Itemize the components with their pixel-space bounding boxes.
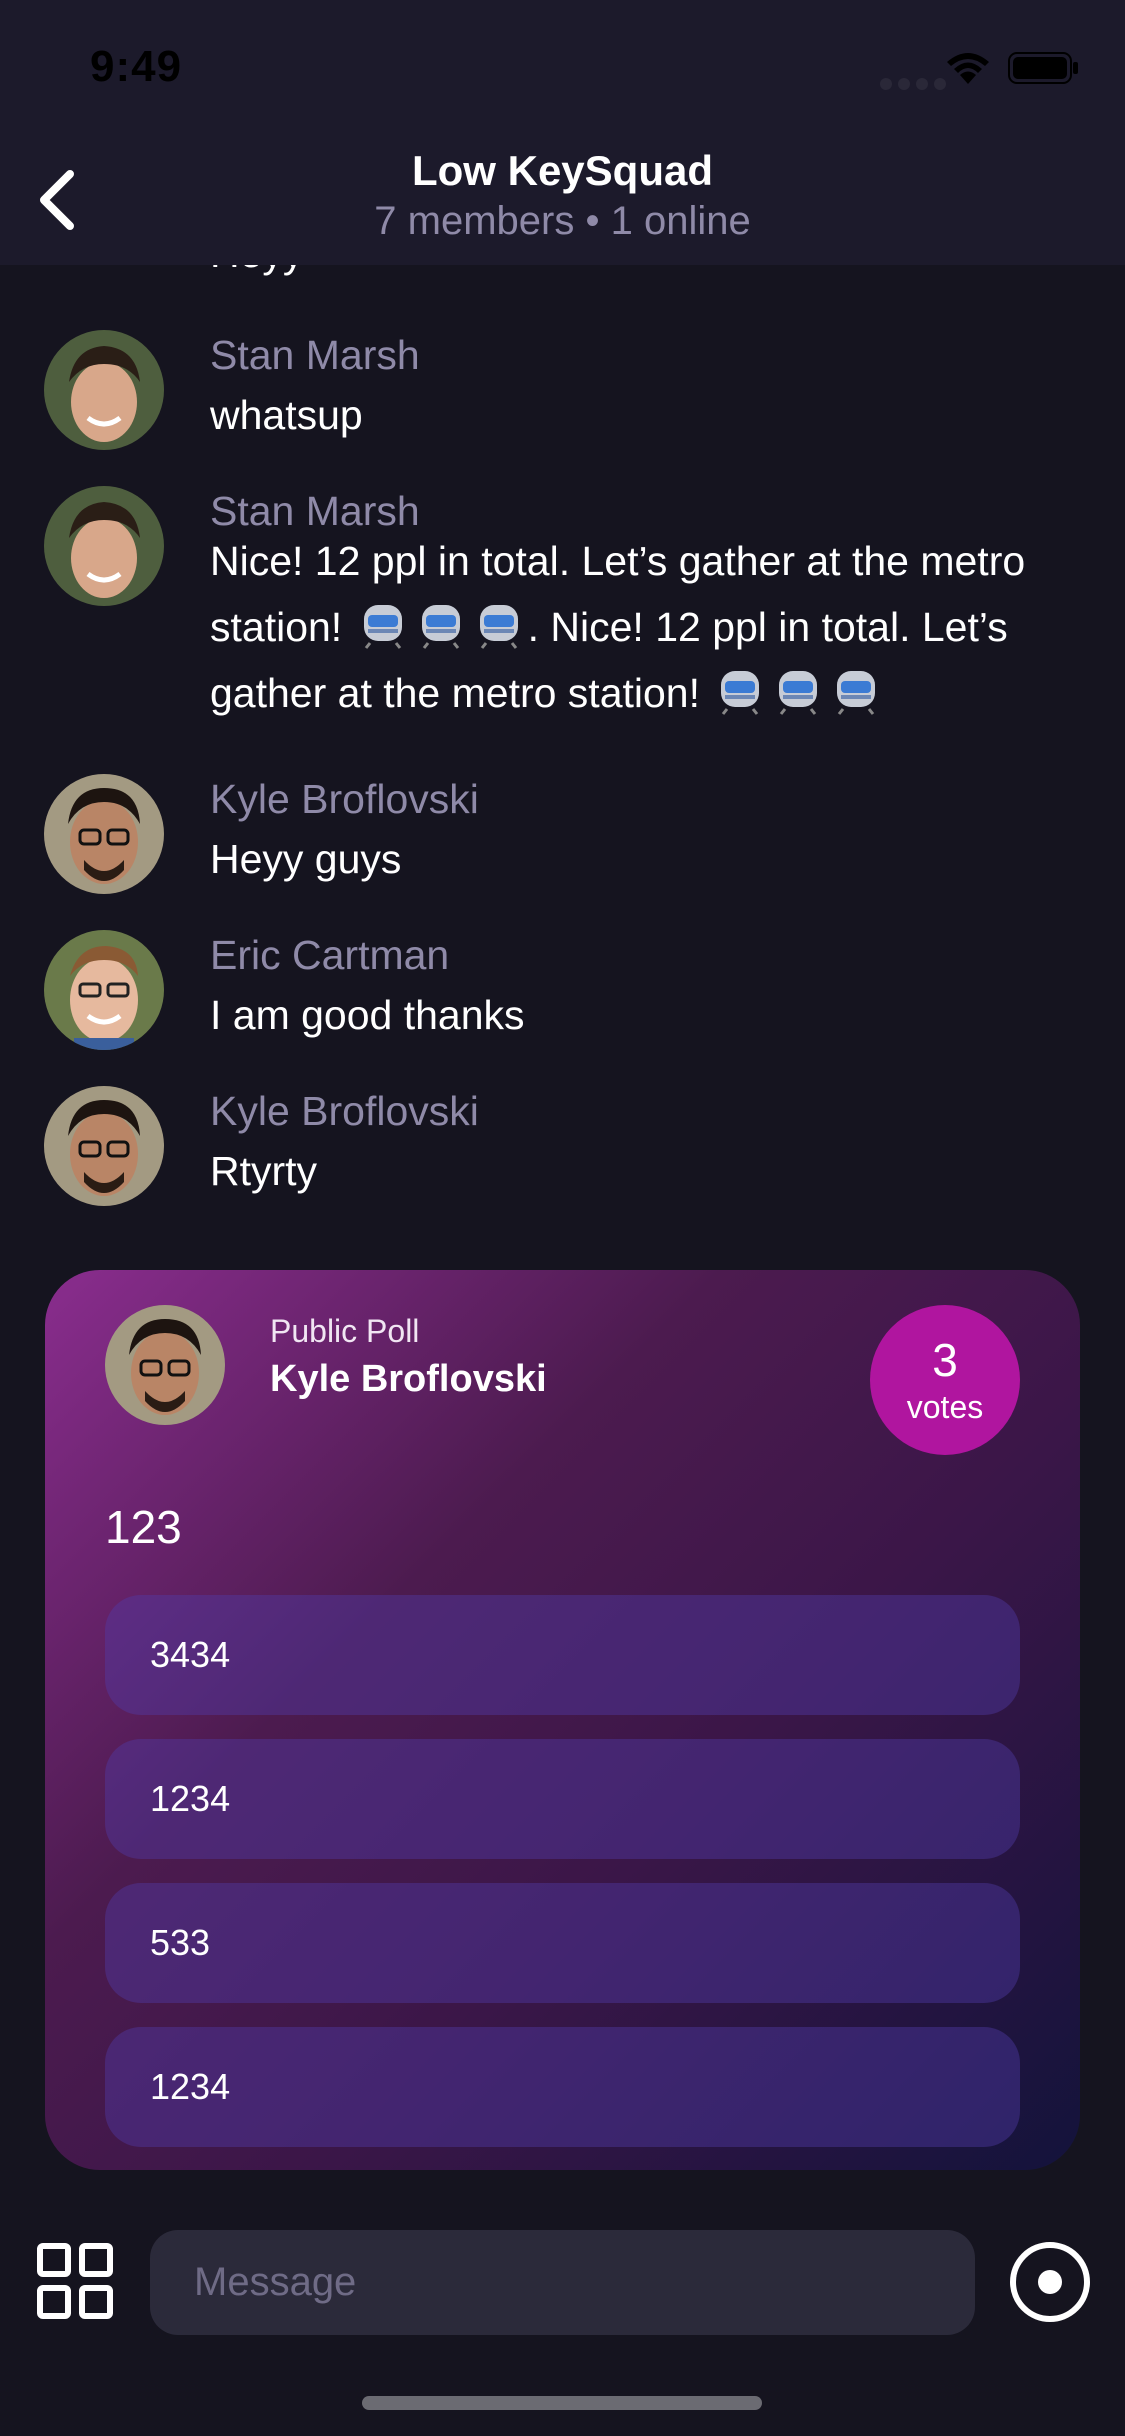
message-text: I am good thanks <box>210 992 525 1038</box>
poll-votes-badge[interactable]: 3 votes <box>870 1305 1020 1455</box>
message-text: Nice! 12 ppl in total. Let’s gather at t… <box>210 528 1090 726</box>
sender-name[interactable]: Kyle Broflovski <box>210 776 479 823</box>
poll-option[interactable]: 1234 <box>105 2027 1020 2147</box>
avatar-kyle-broflovski[interactable] <box>44 774 164 894</box>
wifi-icon <box>947 53 989 84</box>
cellular-signal-icon <box>880 78 946 90</box>
record-button[interactable] <box>1008 2240 1092 2324</box>
poll-type-label: Public Poll <box>270 1313 420 1349</box>
avatar-stan-marsh[interactable] <box>44 330 164 450</box>
status-time: 9:49 <box>90 42 183 91</box>
message-text: Heyy guys <box>210 836 402 882</box>
poll-votes-count: 3 <box>932 1334 958 1386</box>
avatar-kyle-broflovski[interactable] <box>105 1305 225 1425</box>
message-list[interactable]: Heyy Stan Marsh whatsup Stan Marsh Nice!… <box>0 120 1125 1230</box>
sender-name[interactable]: Stan Marsh <box>210 332 420 379</box>
battery-icon <box>1008 52 1078 84</box>
avatar-eric-cartman[interactable] <box>44 930 164 1050</box>
poll-option[interactable]: 1234 <box>105 1739 1020 1859</box>
chat-title[interactable]: Low KeySquad <box>0 147 1125 195</box>
train-emoji-icon <box>360 601 406 649</box>
home-indicator[interactable] <box>362 2396 762 2410</box>
chat-header: Low KeySquad 7 members • 1 online <box>0 135 1125 265</box>
train-emoji-icon <box>833 667 879 715</box>
train-emoji-icon <box>775 667 821 715</box>
message-input[interactable] <box>150 2230 975 2335</box>
poll-author: Kyle Broflovski <box>270 1358 547 1400</box>
sender-name[interactable]: Kyle Broflovski <box>210 1088 479 1135</box>
sender-name[interactable]: Eric Cartman <box>210 932 449 979</box>
message-text: Rtyrty <box>210 1148 318 1194</box>
chat-subtitle: 7 members • 1 online <box>374 199 751 243</box>
poll-option[interactable]: 3434 <box>105 1595 1020 1715</box>
poll-votes-label: votes <box>906 1389 984 1425</box>
poll-card: Public Poll Kyle Broflovski 3 votes 123 … <box>45 1270 1080 2170</box>
message-text: whatsup <box>210 392 363 438</box>
poll-question: 123 <box>105 1501 182 1553</box>
train-emoji-icon <box>476 601 522 649</box>
train-emoji-icon <box>418 601 464 649</box>
record-icon <box>1010 2242 1090 2322</box>
grid-icon <box>37 2243 113 2319</box>
train-emoji-icon <box>717 667 763 715</box>
poll-option[interactable]: 533 <box>105 1883 1020 2003</box>
attachments-button[interactable] <box>36 2242 114 2320</box>
avatar-kyle-broflovski[interactable] <box>44 1086 164 1206</box>
status-bar: 9:49 <box>0 0 1125 135</box>
chat-screen: Heyy Stan Marsh whatsup Stan Marsh Nice!… <box>0 0 1125 2436</box>
avatar-stan-marsh[interactable] <box>44 486 164 606</box>
